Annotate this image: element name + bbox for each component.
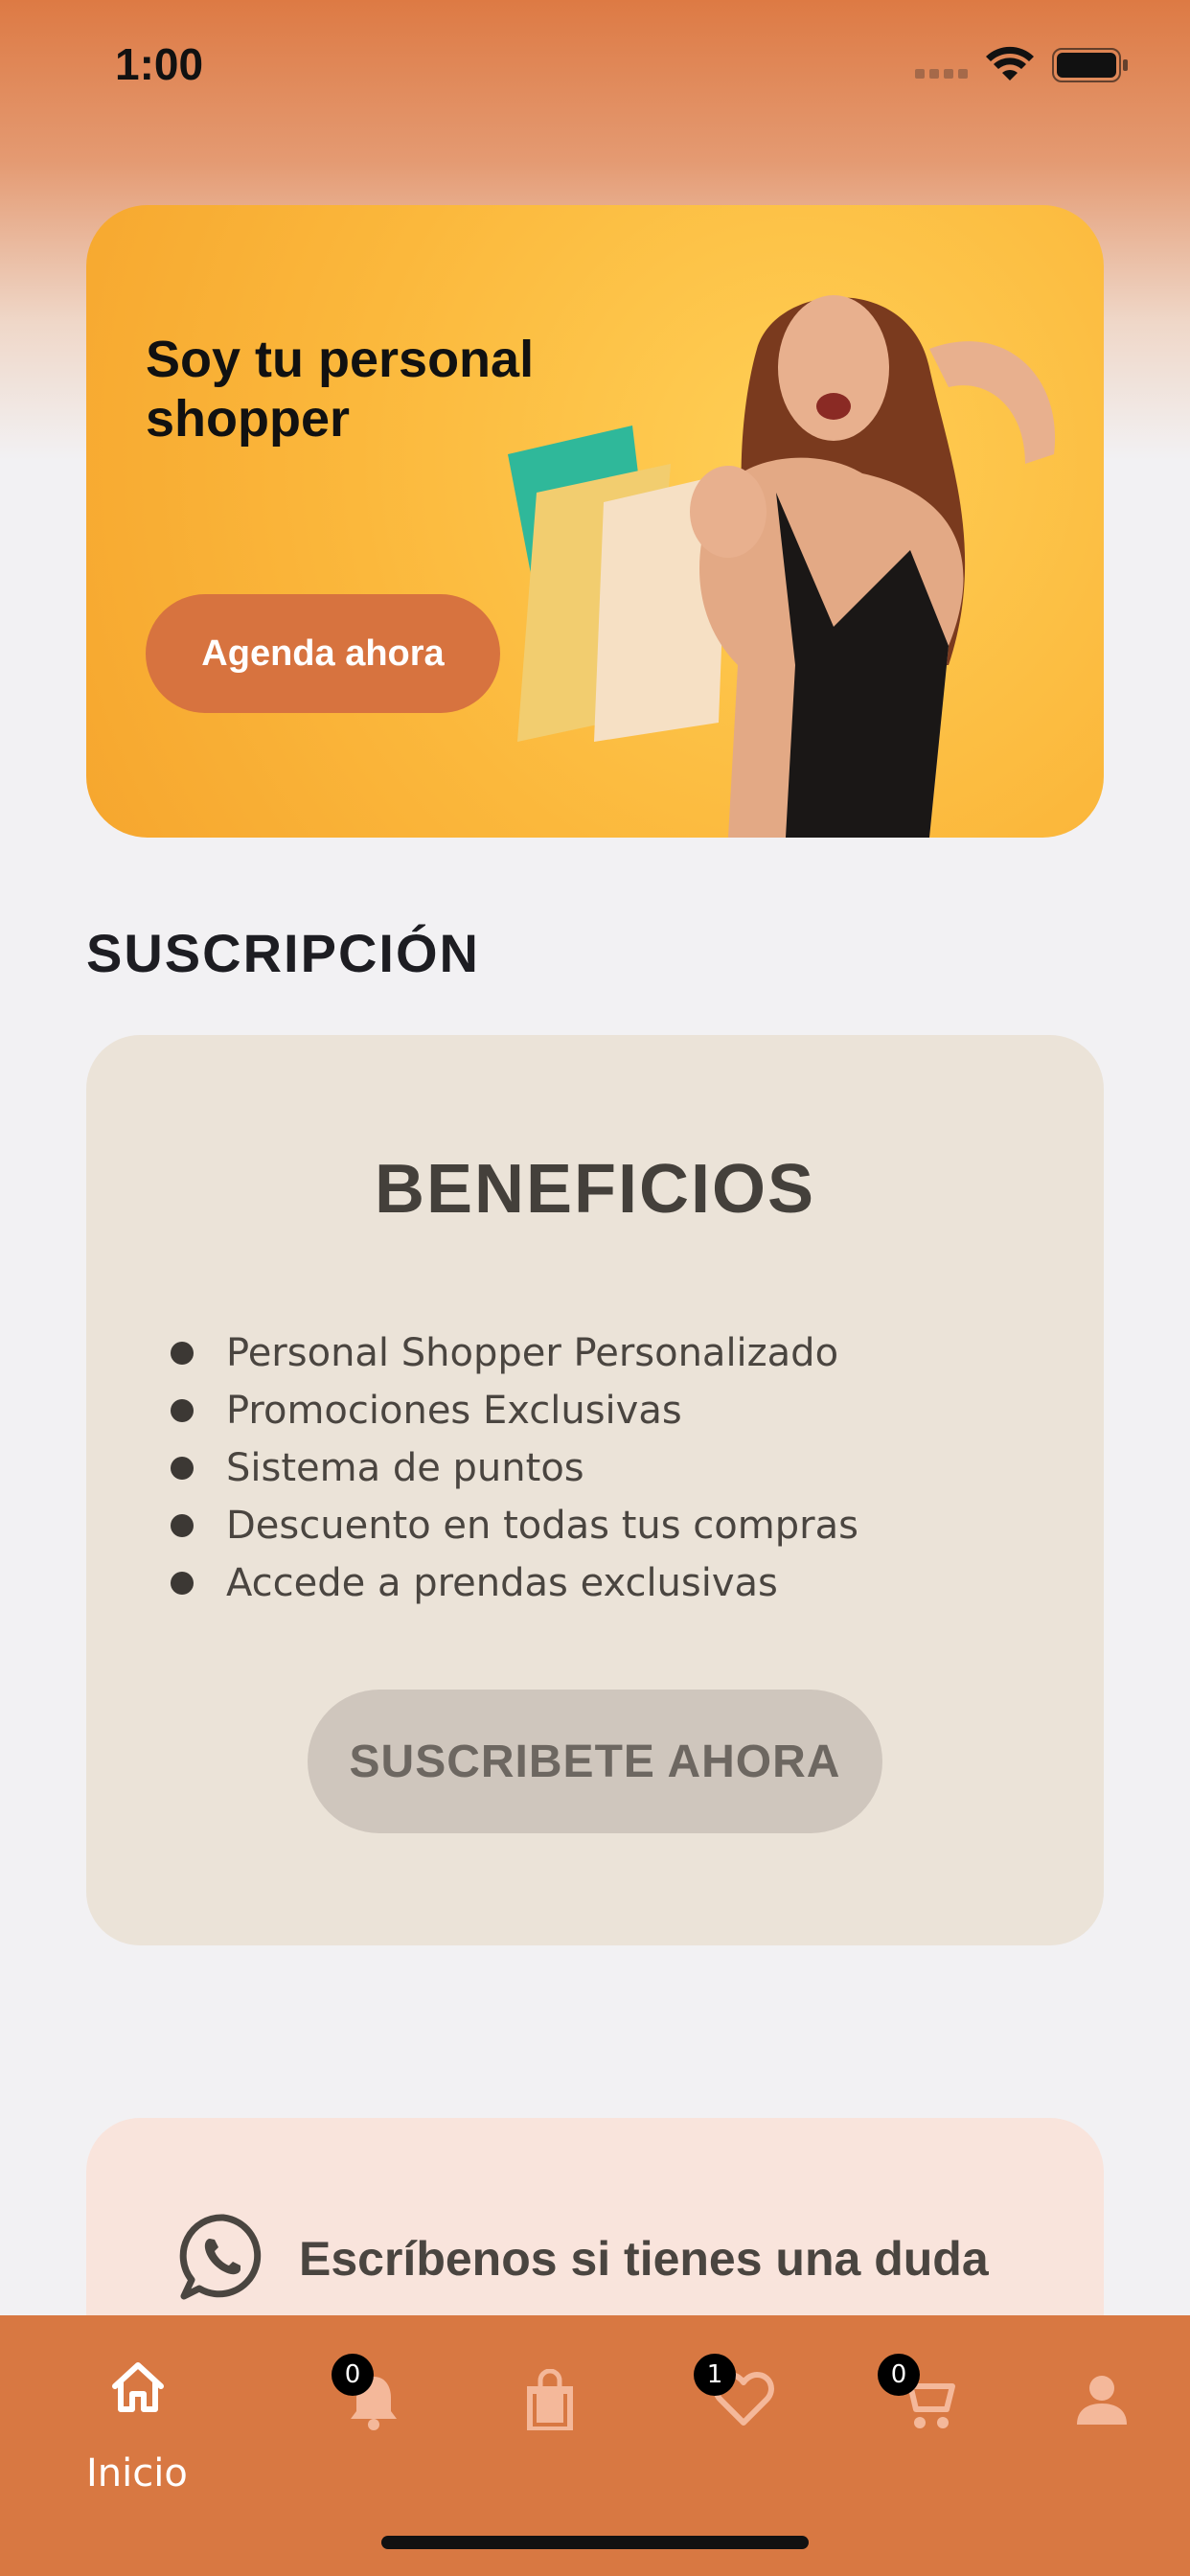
benefits-title: BENEFICIOS bbox=[374, 1151, 816, 1228]
schedule-button[interactable]: Agenda ahora bbox=[146, 594, 500, 713]
benefit-item: Sistema de puntos bbox=[165, 1439, 858, 1497]
contact-text: Escríbenos si tienes una duda bbox=[299, 2232, 989, 2286]
hero-banner[interactable]: Soy tu personal shopper Agenda ahora bbox=[86, 205, 1104, 838]
nav-item-orders[interactable] bbox=[517, 2354, 584, 2450]
benefit-text: Promociones Exclusivas bbox=[226, 1389, 682, 1433]
subscribe-button[interactable]: SUSCRIBETE AHORA bbox=[308, 1690, 882, 1833]
nav-item-notifications[interactable]: 0 bbox=[326, 2354, 422, 2450]
shopping-bag-icon bbox=[527, 2369, 573, 2430]
bullet-icon bbox=[171, 1399, 194, 1422]
cart-badge: 0 bbox=[878, 2354, 920, 2396]
signal-icon bbox=[915, 69, 968, 79]
section-title: SUSCRIPCIÓN bbox=[86, 923, 480, 983]
bullet-icon bbox=[171, 1572, 194, 1595]
benefit-item: Descuento en todas tus compras bbox=[165, 1497, 858, 1554]
notifications-badge: 0 bbox=[332, 2354, 374, 2396]
benefit-item: Accede a prendas exclusivas bbox=[165, 1554, 858, 1612]
home-indicator[interactable] bbox=[381, 2536, 809, 2549]
bullet-icon bbox=[171, 1514, 194, 1537]
benefit-text: Personal Shopper Personalizado bbox=[226, 1331, 839, 1375]
benefit-text: Accede a prendas exclusivas bbox=[226, 1561, 778, 1605]
nav-item-profile[interactable] bbox=[1069, 2354, 1136, 2450]
benefit-item: Promociones Exclusivas bbox=[165, 1382, 858, 1439]
home-icon bbox=[112, 2362, 164, 2412]
nav-item-home[interactable]: Inicio bbox=[0, 2354, 249, 2526]
nav-label-home: Inicio bbox=[86, 2451, 188, 2496]
benefit-item: Personal Shopper Personalizado bbox=[165, 1324, 858, 1382]
status-time: 1:00 bbox=[115, 39, 204, 89]
status-bar: 1:00 bbox=[0, 0, 1190, 134]
benefits-card: BENEFICIOS Personal Shopper Personalizad… bbox=[86, 1035, 1104, 1945]
wifi-icon bbox=[986, 46, 1034, 80]
nav-item-cart[interactable]: 0 bbox=[878, 2354, 973, 2450]
favorites-badge: 1 bbox=[694, 2354, 736, 2396]
whatsapp-icon bbox=[179, 2214, 262, 2300]
bullet-icon bbox=[171, 1342, 194, 1365]
hero-title: Soy tu personal shopper bbox=[146, 331, 535, 448]
battery-icon bbox=[1052, 48, 1128, 82]
benefits-list: Personal Shopper Personalizado Promocion… bbox=[165, 1324, 858, 1612]
benefit-text: Descuento en todas tus compras bbox=[226, 1504, 858, 1548]
nav-item-favorites[interactable]: 1 bbox=[694, 2354, 790, 2450]
profile-icon bbox=[1077, 2376, 1127, 2425]
bullet-icon bbox=[171, 1457, 194, 1480]
benefit-text: Sistema de puntos bbox=[226, 1446, 584, 1490]
